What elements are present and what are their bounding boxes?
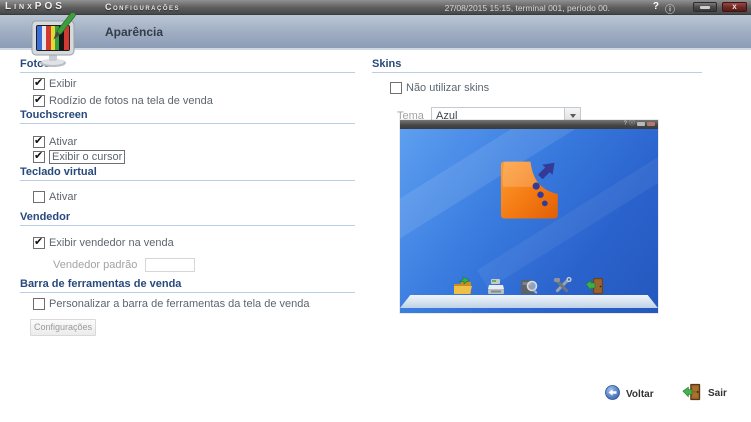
section-teclado-title: Teclado virtual: [20, 166, 97, 178]
checkbox-row-nao-utilizar-skins[interactable]: Não utilizar skins: [390, 82, 702, 94]
tools-icon: [551, 275, 573, 297]
section-skins-title: Skins: [372, 58, 402, 70]
exit-door-icon: [584, 275, 606, 297]
touch-ativar-checkbox[interactable]: [33, 134, 45, 148]
minimize-button[interactable]: [693, 2, 717, 12]
preview-logo-icon: [491, 153, 567, 230]
preview-dock-shelf: [400, 295, 658, 308]
linxpos-logo: LinxPOS: [5, 1, 65, 12]
divider: [20, 292, 355, 293]
sair-label: Sair: [708, 388, 727, 399]
exibir-cursor-label: Exibir o cursor: [49, 150, 126, 164]
teclado-ativar-label: Ativar: [49, 191, 78, 203]
preview-minimize-icon: [637, 122, 645, 126]
section-skins: Skins Não utilizar skins Tema Azul: [372, 58, 702, 124]
preview-window-controls: ? ⓘ: [624, 121, 655, 127]
page-banner: Aparência: [0, 11, 751, 67]
personalizar-checkbox[interactable]: [33, 298, 45, 310]
divider: [20, 180, 355, 181]
preview-help-icon: ?: [623, 121, 627, 127]
section-teclado-virtual: Teclado virtual Ativar: [20, 166, 355, 203]
section-vendedor: Vendedor Exibir vendedor na venda Vended…: [20, 211, 355, 272]
import-folder-icon: [452, 275, 474, 297]
theme-preview-image: ? ⓘ: [400, 120, 658, 313]
status-text: 27/08/2015 15:15, terminal 001, período …: [444, 3, 610, 13]
window-titlebar: LinxPOS Configurações 27/08/2015 15:15, …: [0, 0, 751, 16]
section-barra-ferramentas: Barra de ferramentas de venda Personaliz…: [20, 278, 355, 336]
section-vendedor-title: Vendedor: [20, 211, 71, 223]
minimize-icon: [700, 6, 710, 9]
checkbox-row-teclado-ativar[interactable]: Ativar: [33, 191, 355, 203]
preview-info-icon: ⓘ: [628, 121, 635, 127]
page-title: Aparência: [105, 25, 164, 39]
configuracoes-button[interactable]: Configurações: [30, 319, 96, 336]
exibir-fotos-checkbox[interactable]: [33, 76, 45, 90]
close-button[interactable]: x: [722, 2, 747, 12]
help-icon[interactable]: ?: [653, 1, 659, 12]
preview-desktop: [400, 129, 658, 313]
checkbox-row-rodizio[interactable]: Rodízio de fotos na tela de venda: [33, 93, 355, 107]
screen-title: Configurações: [105, 2, 181, 12]
exibir-cursor-checkbox[interactable]: [33, 149, 45, 163]
cash-register-icon: [485, 275, 507, 297]
exit-door-icon: [682, 381, 702, 406]
section-barra-title: Barra de ferramentas de venda: [20, 278, 182, 290]
checkbox-row-exibir-fotos[interactable]: Exibir: [33, 76, 355, 90]
personalizar-label: Personalizar a barra de ferramentas da t…: [49, 298, 310, 310]
appearance-monitor-icon: [28, 11, 80, 74]
rodizio-label: Rodízio de fotos na tela de venda: [49, 95, 213, 107]
nao-utilizar-skins-label: Não utilizar skins: [406, 82, 490, 94]
back-arrow-icon: [605, 385, 620, 403]
section-touchscreen-title: Touchscreen: [20, 109, 88, 121]
checkbox-row-personalizar[interactable]: Personalizar a barra de ferramentas da t…: [33, 298, 355, 310]
sair-button[interactable]: Sair: [682, 381, 727, 406]
teclado-ativar-checkbox[interactable]: [33, 191, 45, 203]
section-touchscreen: Touchscreen Ativar Exibir o cursor: [20, 109, 355, 164]
checkbox-row-touch-ativar[interactable]: Ativar: [33, 134, 355, 148]
preview-close-icon: [647, 122, 655, 126]
divider: [20, 123, 355, 124]
exibir-fotos-label: Exibir: [49, 78, 77, 90]
voltar-button[interactable]: Voltar: [605, 385, 654, 403]
checkbox-row-exibir-cursor[interactable]: Exibir o cursor: [33, 149, 355, 164]
rodizio-checkbox[interactable]: [33, 93, 45, 107]
checkbox-row-exibir-vendedor[interactable]: Exibir vendedor na venda: [33, 235, 355, 249]
search-box-icon: [518, 275, 540, 297]
vendedor-padrao-row: Vendedor padrão: [53, 258, 355, 272]
exibir-vendedor-checkbox[interactable]: [33, 235, 45, 249]
nao-utilizar-skins-checkbox[interactable]: [390, 82, 402, 94]
info-icon[interactable]: ⓘ: [665, 1, 675, 16]
vendedor-padrao-input[interactable]: [145, 258, 196, 272]
voltar-label: Voltar: [626, 388, 654, 400]
chevron-down-icon: [569, 113, 576, 118]
exibir-vendedor-label: Exibir vendedor na venda: [49, 237, 174, 249]
vendedor-padrao-label: Vendedor padrão: [53, 259, 138, 271]
divider: [372, 72, 702, 73]
preview-titlebar: ? ⓘ: [400, 120, 658, 129]
touch-ativar-label: Ativar: [49, 136, 78, 148]
preview-dock: [400, 275, 658, 297]
divider: [20, 225, 355, 226]
